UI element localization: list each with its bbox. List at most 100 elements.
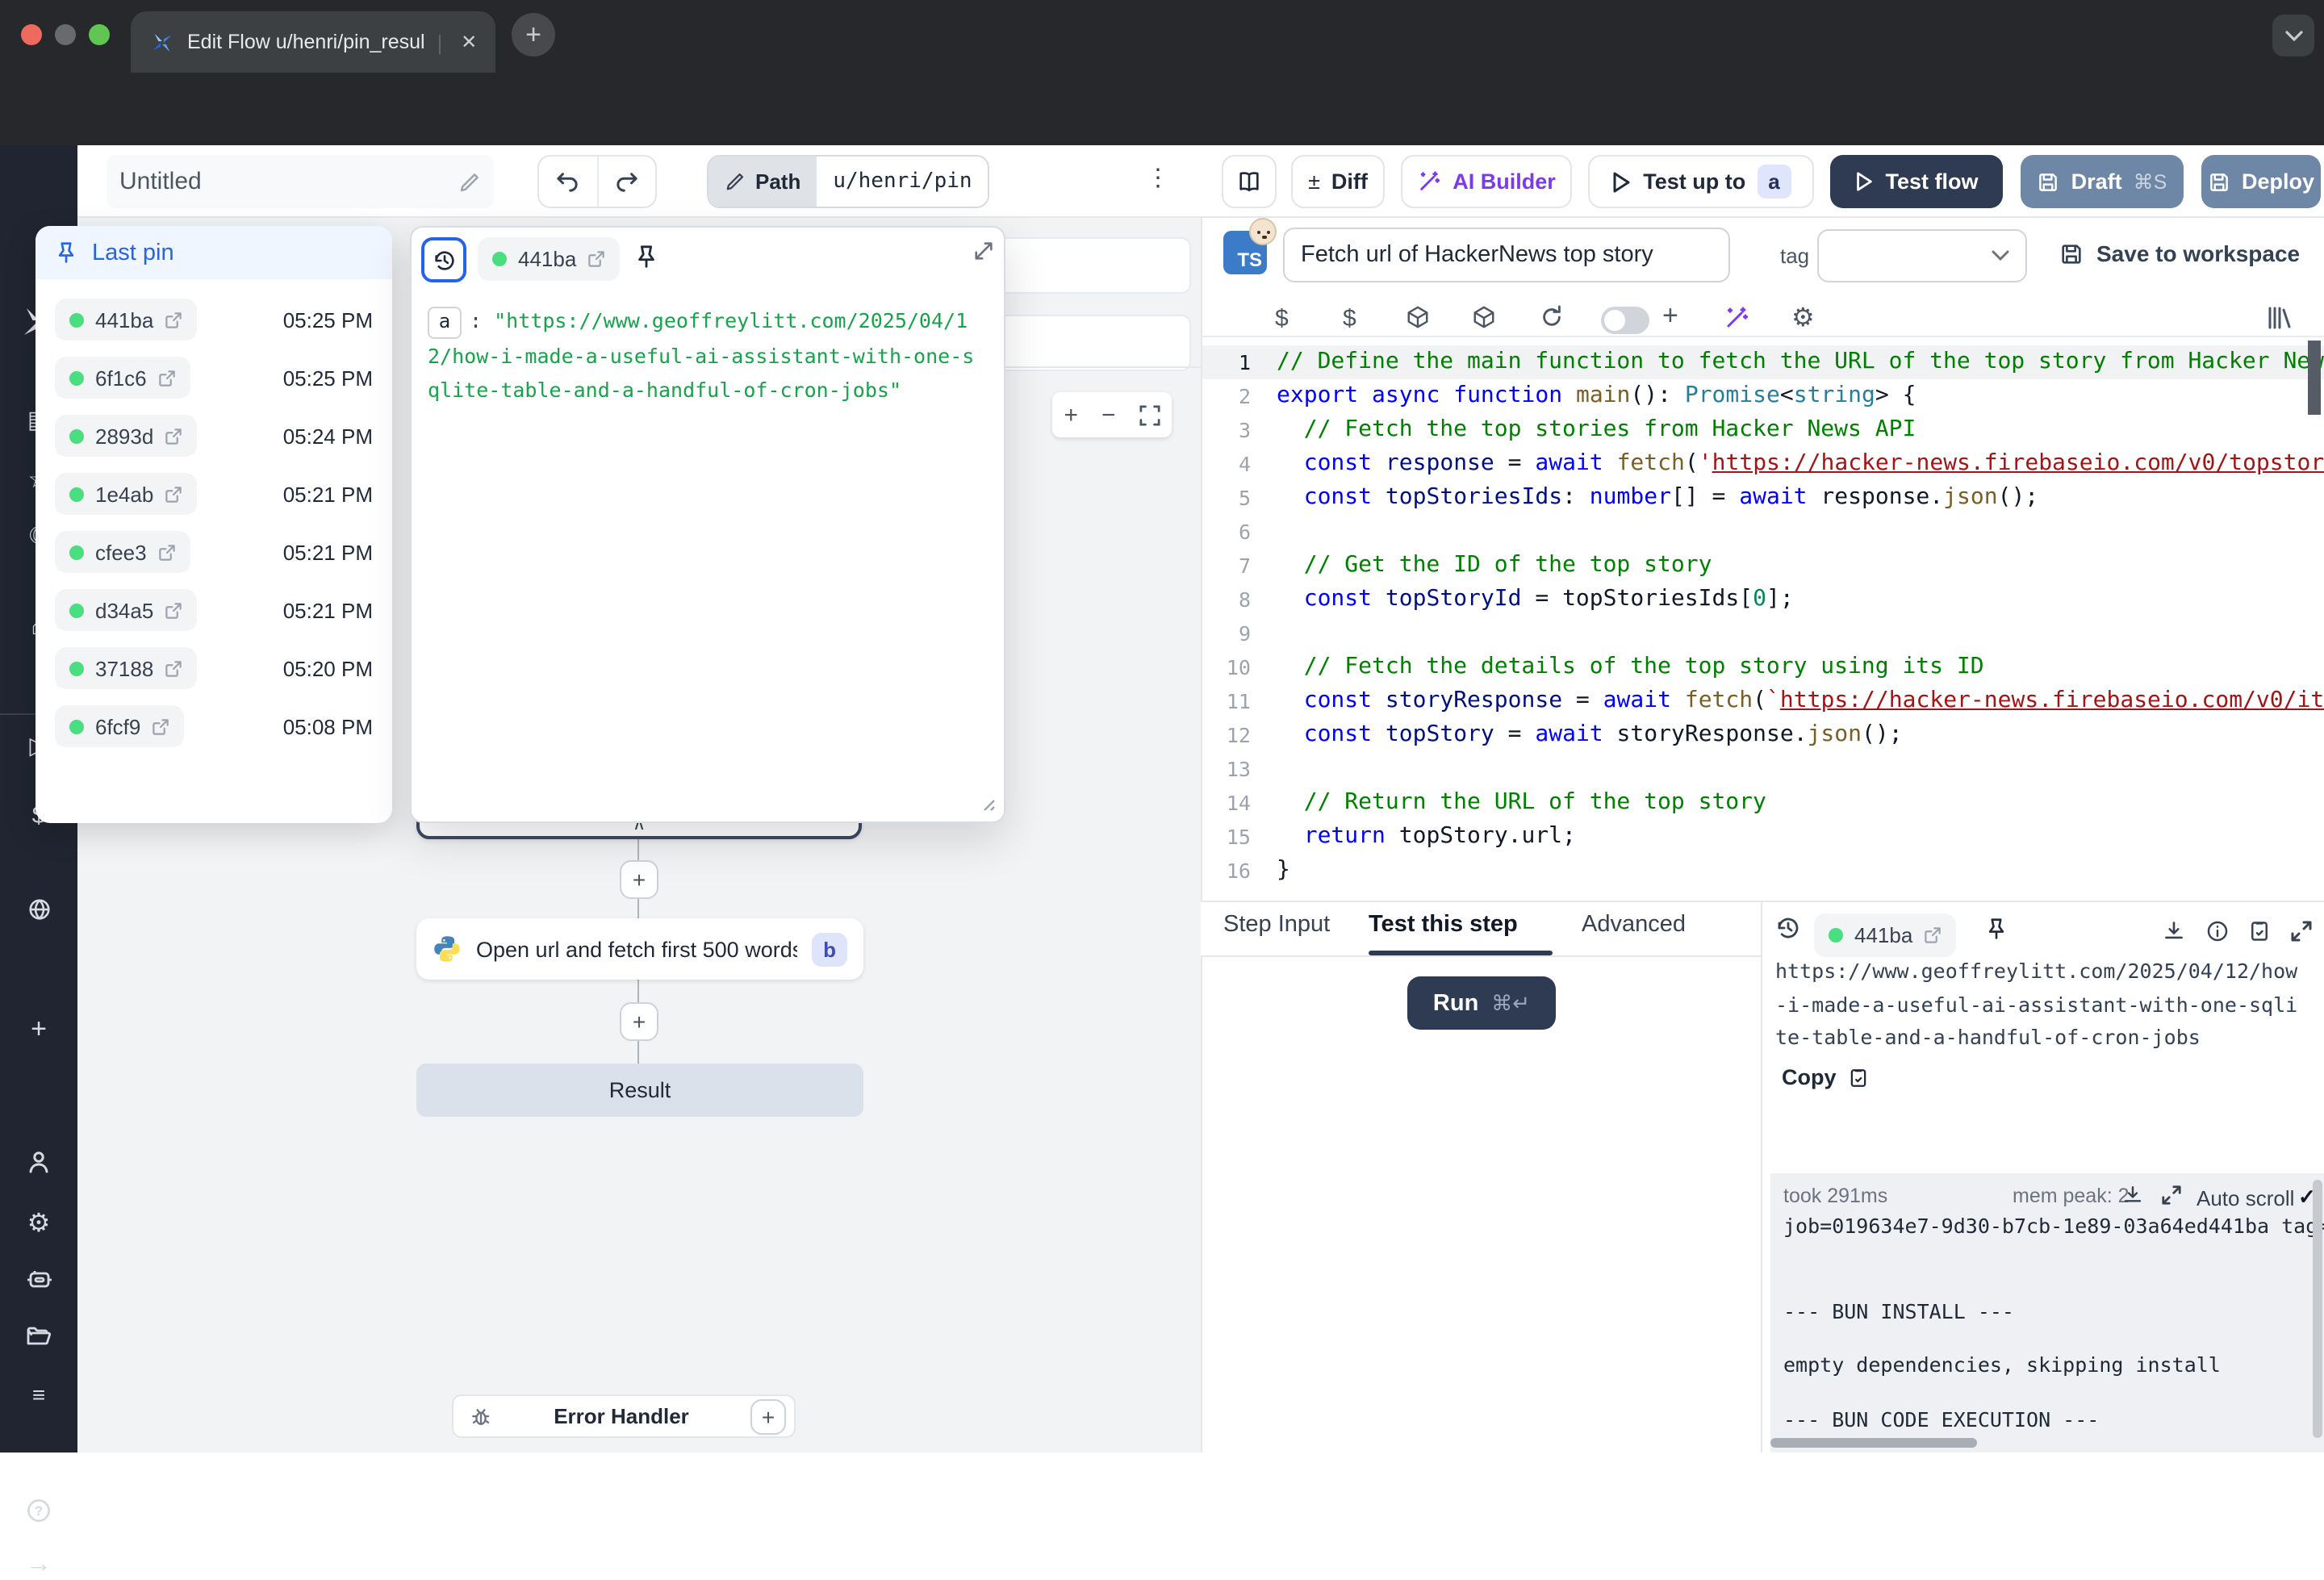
save-to-workspace-button[interactable]: Save to workspace	[2059, 240, 2300, 266]
pin-list-item[interactable]: 37188 05:20 PM	[36, 639, 392, 697]
code-line[interactable]: 3 // Fetch the top stories from Hacker N…	[1202, 413, 2324, 447]
info-icon[interactable]	[2206, 920, 2229, 943]
package-icon[interactable]	[1406, 305, 1430, 329]
code-line[interactable]: 5 const topStoriesIds: number[] = await …	[1202, 481, 2324, 515]
docs-button[interactable]	[1222, 155, 1277, 208]
editor-settings-icon[interactable]: ⚙	[1791, 302, 1815, 334]
add-error-handler-button[interactable]: +	[750, 1398, 786, 1434]
test-up-to-button[interactable]: Test up to a	[1588, 155, 1814, 208]
expand-logs-icon[interactable]	[2161, 1185, 2182, 1206]
flow-path-button[interactable]: Path u/henri/pin	[707, 155, 990, 208]
editor-toggle[interactable]	[1601, 307, 1649, 334]
pin-list-item[interactable]: 6f1c6 05:25 PM	[36, 349, 392, 407]
run-id-pill[interactable]: 6fcf9	[55, 705, 184, 747]
code-line[interactable]: 1// Define the main function to fetch th…	[1202, 345, 2324, 379]
tag-select[interactable]	[1817, 229, 2027, 282]
external-link-icon[interactable]	[158, 543, 176, 561]
edit-name-pencil-icon[interactable]	[458, 170, 481, 193]
step-summary-input[interactable]	[1283, 228, 1730, 282]
settings-icon[interactable]: ⚙	[0, 1207, 77, 1239]
code-line[interactable]: 10 // Fetch the details of the top story…	[1202, 650, 2324, 684]
package-icon[interactable]	[1472, 305, 1496, 329]
external-link-icon[interactable]	[165, 427, 182, 445]
workers-icon[interactable]	[0, 1267, 77, 1291]
external-link-icon[interactable]	[152, 717, 169, 735]
resource-icon[interactable]: $	[1343, 305, 1356, 332]
tab-advanced[interactable]: Advanced	[1582, 912, 1686, 938]
help-icon[interactable]: ?	[0, 1498, 77, 1524]
insert-step-button[interactable]: +	[620, 1002, 658, 1041]
zoom-in-icon[interactable]: +	[1064, 401, 1078, 428]
redo-button[interactable]	[598, 157, 655, 207]
folders-icon[interactable]	[0, 1325, 77, 1348]
run-id-pill[interactable]: 1e4ab	[55, 473, 197, 515]
result-node[interactable]: Result	[416, 1064, 863, 1117]
external-link-icon[interactable]	[165, 311, 182, 328]
external-link-icon[interactable]	[165, 601, 182, 619]
fit-view-icon[interactable]	[1139, 404, 1160, 425]
pin-list-item[interactable]: 2893d 05:24 PM	[36, 407, 392, 465]
code-editor[interactable]: 1// Define the main function to fetch th…	[1202, 337, 2324, 901]
run-id-pill[interactable]: 6f1c6	[55, 357, 190, 399]
pin-list-item[interactable]: 1e4ab 05:21 PM	[36, 465, 392, 523]
tab-step-input[interactable]: Step Input	[1223, 912, 1330, 938]
code-line[interactable]: 8 const topStoryId = topStoriesIds[0];	[1202, 583, 2324, 617]
pin-list-item[interactable]: d34a5 05:21 PM	[36, 581, 392, 639]
close-window-button[interactable]	[21, 24, 42, 45]
run-id-pill[interactable]: 441ba	[55, 299, 197, 341]
pin-list-item[interactable]: cfee3 05:21 PM	[36, 523, 392, 581]
add-icon[interactable]: +	[0, 1014, 77, 1046]
pin-icon[interactable]	[634, 244, 658, 270]
fullscreen-icon[interactable]	[2290, 920, 2313, 943]
run-id-pill[interactable]: 37188	[55, 647, 197, 689]
download-result-icon[interactable]	[2163, 920, 2185, 943]
account-icon[interactable]	[0, 1149, 77, 1175]
code-line[interactable]: 15 return topStory.url;	[1202, 820, 2324, 854]
minimize-window-button[interactable]	[55, 24, 76, 45]
pin-list-item[interactable]: 441ba 05:25 PM	[36, 291, 392, 349]
insert-step-button[interactable]: +	[620, 860, 658, 899]
variable-icon[interactable]: $	[1275, 305, 1289, 332]
run-id-pill[interactable]: 2893d	[55, 415, 197, 457]
pin-icon[interactable]	[1985, 917, 2008, 941]
flow-name-field[interactable]: Untitled	[107, 155, 494, 208]
code-line[interactable]: 11 const storyResponse = await fetch(`ht…	[1202, 684, 2324, 718]
code-line[interactable]: 9	[1202, 617, 2324, 650]
tab-search-chevron-icon[interactable]	[2272, 15, 2314, 56]
code-line[interactable]: 4 const response = await fetch('https://…	[1202, 447, 2324, 481]
tab-close-icon[interactable]: ✕	[455, 27, 483, 56]
run-button[interactable]: Run ⌘↵	[1407, 976, 1556, 1030]
history-icon[interactable]	[1775, 915, 1801, 941]
run-id-pill[interactable]: cfee3	[55, 531, 190, 573]
expand-sidebar-icon[interactable]: →	[0, 1551, 77, 1580]
auto-scroll-label[interactable]: Auto scroll	[2197, 1186, 2294, 1210]
draft-button[interactable]: Draft ⌘S	[2021, 155, 2184, 208]
code-line[interactable]: 13	[1202, 752, 2324, 786]
download-logs-icon[interactable]	[2122, 1185, 2143, 1206]
expand-popup-icon[interactable]	[973, 240, 994, 261]
run-id-pill[interactable]: 441ba	[478, 237, 620, 281]
deploy-button[interactable]: Deploy	[2201, 155, 2321, 208]
resources-icon[interactable]	[0, 897, 77, 922]
code-line[interactable]: 12 const topStory = await storyResponse.…	[1202, 718, 2324, 752]
external-link-icon[interactable]	[165, 659, 182, 677]
reset-icon[interactable]	[1540, 305, 1564, 329]
audit-logs-icon[interactable]: ≡	[0, 1381, 77, 1407]
error-handler-node[interactable]: Error Handler +	[452, 1394, 796, 1438]
toolbar-more-icon[interactable]: ⋮	[1146, 163, 1170, 192]
code-scrollbar[interactable]	[2308, 341, 2321, 415]
tab-test-this-step[interactable]: Test this step	[1369, 912, 1518, 938]
python-step-node[interactable]: Open url and fetch first 500 words of ..…	[416, 918, 863, 980]
log-horizontal-scrollbar[interactable]	[1770, 1438, 1977, 1448]
diff-button[interactable]: ± Diff	[1291, 155, 1385, 208]
run-id-pill[interactable]: 441ba	[1814, 913, 1956, 957]
pin-list-item[interactable]: 6fcf9 05:08 PM	[36, 697, 392, 755]
run-id-pill[interactable]: d34a5	[55, 589, 197, 631]
external-link-icon[interactable]	[1924, 926, 1942, 944]
copy-button[interactable]: Copy	[1782, 1065, 1869, 1089]
ai-wand-icon[interactable]	[1724, 305, 1749, 331]
code-line[interactable]: 6	[1202, 515, 2324, 549]
external-link-icon[interactable]	[165, 485, 182, 503]
zoom-window-button[interactable]	[89, 24, 110, 45]
ai-builder-button[interactable]: AI Builder	[1401, 155, 1572, 208]
